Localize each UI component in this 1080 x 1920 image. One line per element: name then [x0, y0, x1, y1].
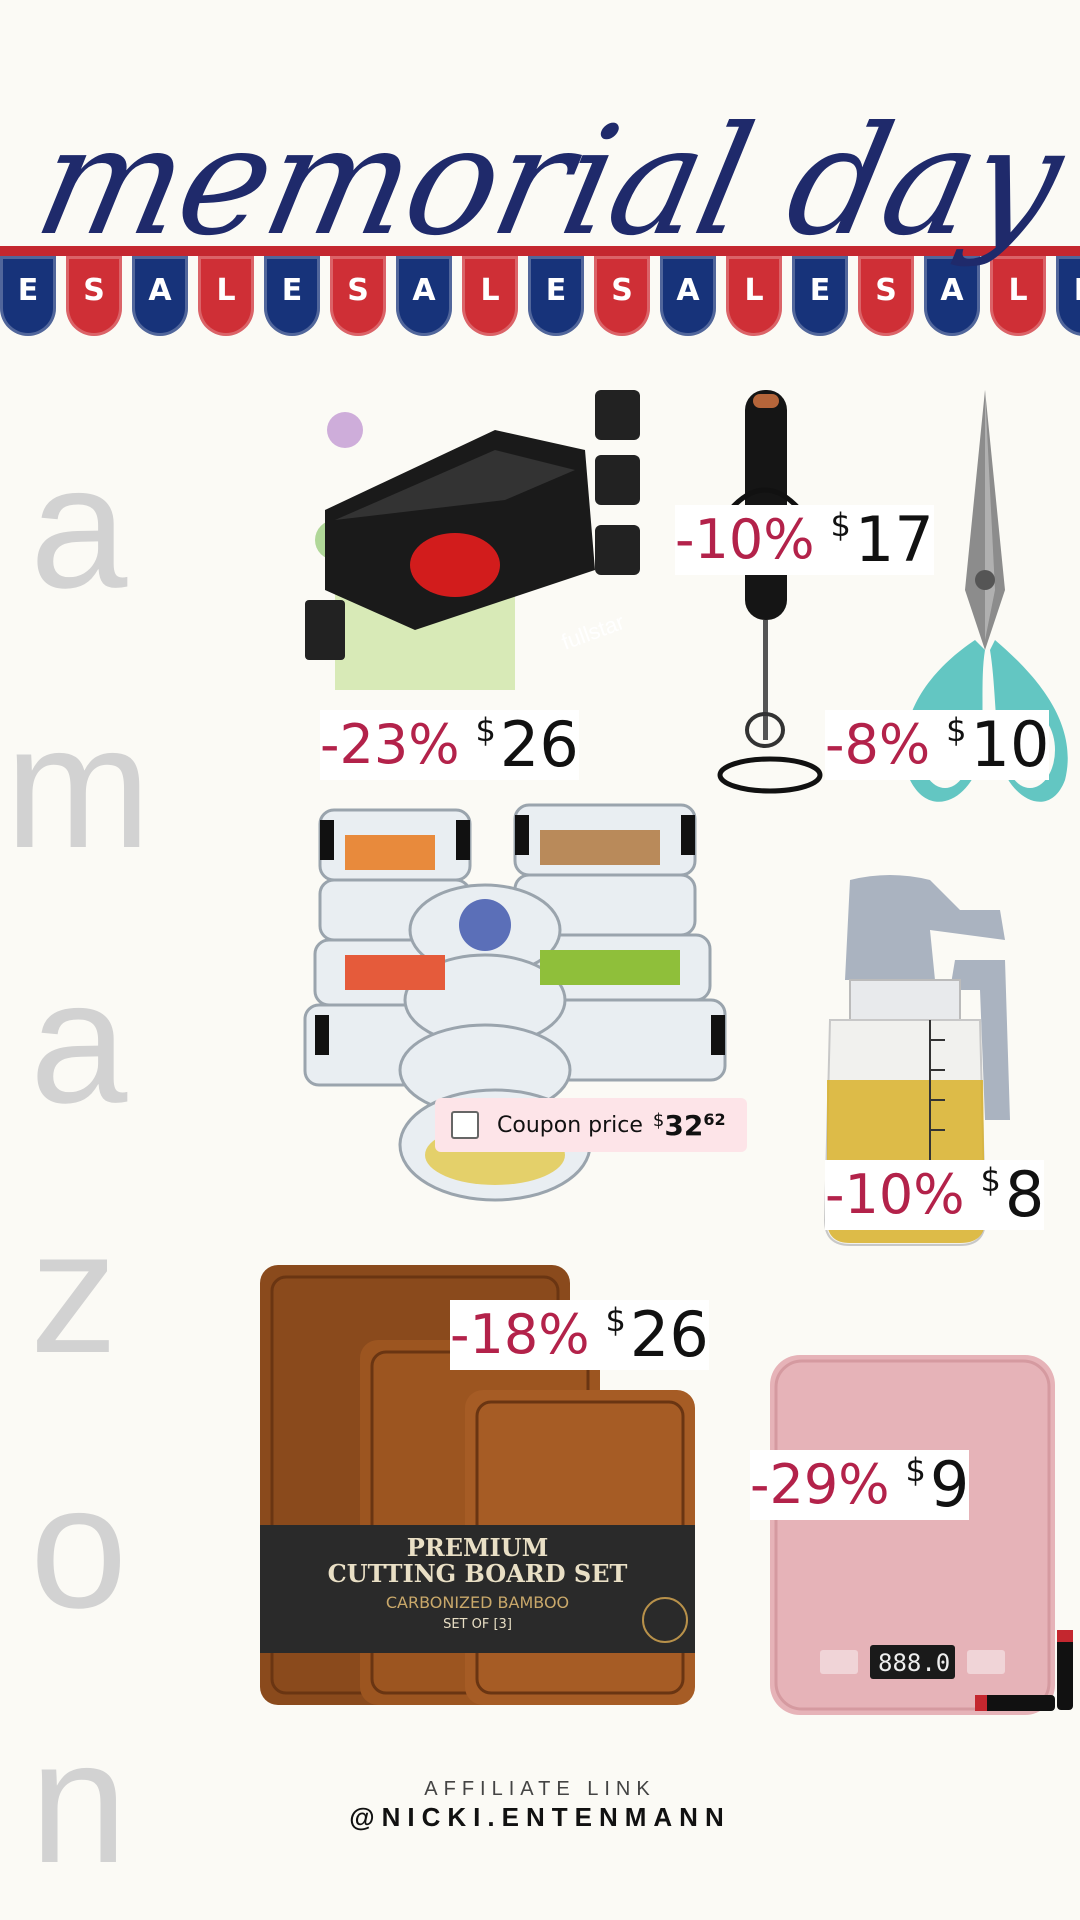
chopper-price-tag: -23% $ 26 — [320, 710, 579, 780]
side-letter-a2: a — [30, 945, 128, 1140]
cutting-board-label-3: CARBONIZED BAMBOO — [385, 1593, 570, 1612]
scale-price: 9 — [929, 1448, 970, 1521]
svg-text:888.0: 888.0 — [878, 1649, 950, 1677]
glass-containers-image[interactable] — [300, 800, 740, 1215]
creator-handle[interactable]: @NICKI.ENTENMANN — [0, 1802, 1080, 1833]
battery-image — [975, 1625, 1075, 1715]
frother-currency: $ — [830, 506, 851, 544]
chopper-price: 26 — [499, 708, 579, 781]
milk-frother-image[interactable] — [715, 390, 825, 800]
cutting-board-label-4: SET OF [3] — [443, 1617, 512, 1632]
cutting-board-currency: $ — [605, 1301, 626, 1339]
scissors-price: 10 — [970, 708, 1050, 781]
coupon-price-badge: Coupon price $ 32 62 — [435, 1098, 747, 1152]
oil-sprayer-currency: $ — [980, 1161, 1001, 1199]
cutting-board-label-2: CUTTING BOARD SET — [327, 1559, 628, 1588]
scissors-discount: -8% — [825, 713, 931, 776]
coupon-price-fraction: 62 — [703, 1110, 726, 1129]
frother-discount: -10% — [675, 508, 815, 571]
svg-text:fullstar: fullstar — [558, 609, 627, 655]
side-letter-o: o — [30, 1450, 128, 1645]
cutting-board-discount: -18% — [450, 1303, 590, 1366]
oil-sprayer-price: 8 — [1004, 1158, 1045, 1231]
coupon-currency: $ — [652, 1110, 665, 1131]
page-title: memorial day — [23, 95, 1075, 269]
cutting-board-price: 26 — [629, 1298, 709, 1371]
side-letter-a: a — [30, 430, 128, 625]
coupon-price-whole: 32 — [664, 1108, 704, 1142]
chopper-currency: $ — [475, 711, 496, 749]
affiliate-link-label: AFFILIATE LINK — [424, 1778, 656, 1800]
cutting-board-price-tag: -18% $ 26 — [450, 1300, 709, 1370]
oil-sprayer-price-tag: -10% $ 8 — [825, 1158, 1045, 1231]
vegetable-chopper-image[interactable]: fullstar — [305, 390, 645, 710]
scale-currency: $ — [905, 1451, 926, 1489]
scale-discount: -29% — [750, 1453, 890, 1516]
scissors-price-tag: -8% $ 10 — [825, 708, 1050, 781]
cutting-board-label-1: PREMIUM — [406, 1533, 549, 1562]
coupon-label: Coupon price — [497, 1112, 643, 1138]
coupon-checkbox[interactable] — [451, 1111, 479, 1139]
oil-sprayer-discount: -10% — [825, 1163, 965, 1226]
scale-price-tag: -29% $ 9 — [750, 1448, 970, 1521]
side-letter-z: z — [30, 1195, 118, 1390]
chopper-discount: -23% — [320, 713, 460, 776]
side-letter-m: m — [5, 690, 151, 885]
scissors-currency: $ — [946, 711, 967, 749]
